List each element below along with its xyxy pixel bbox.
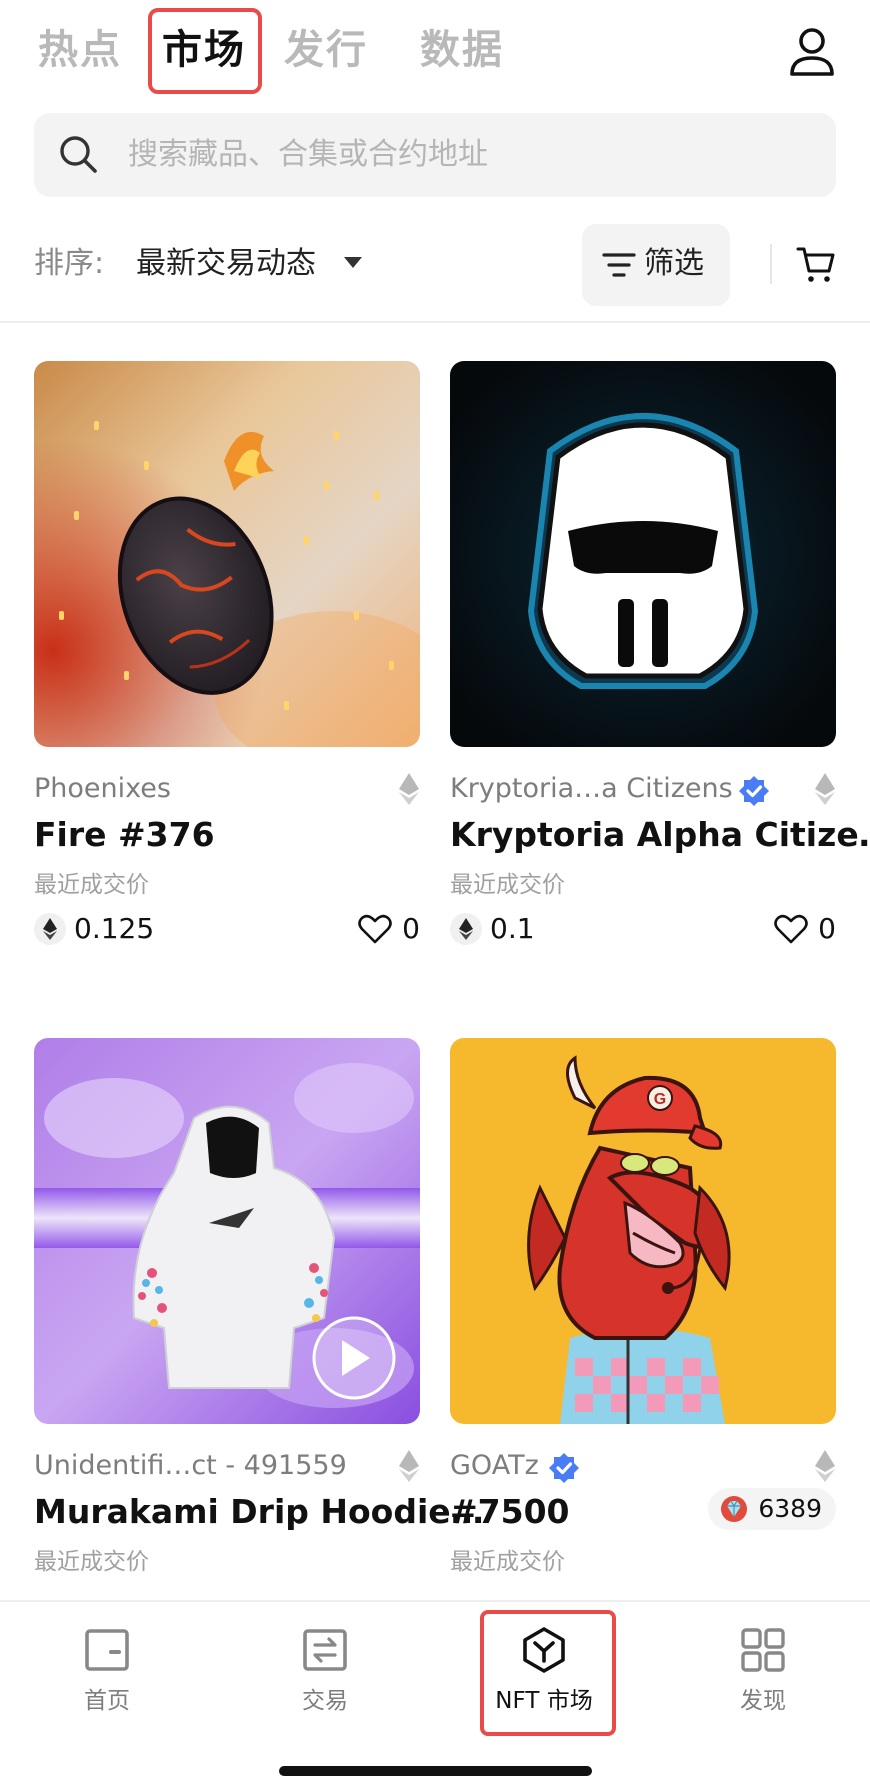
nav-nft-market-highlight (480, 1610, 616, 1736)
ethereum-icon (399, 1450, 419, 1482)
like-count: 0 (818, 912, 836, 945)
nav-discover[interactable]: 发现 (683, 1602, 843, 1752)
nft-image[interactable] (34, 361, 420, 747)
heart-icon[interactable] (358, 914, 392, 944)
tab-hot[interactable]: 热点 (38, 22, 122, 78)
filter-label: 筛选 (644, 246, 704, 281)
nft-title: #7500 (450, 1492, 570, 1531)
filter-icon (602, 253, 636, 277)
collection-name[interactable]: Kryptoria…a Citizens (450, 771, 733, 807)
gem-icon (721, 1496, 748, 1522)
nft-image[interactable]: G (450, 1038, 836, 1424)
divider (770, 244, 772, 284)
price-label: 最近成交价 (450, 872, 565, 898)
price-label: 最近成交价 (34, 1549, 149, 1575)
ethereum-icon (815, 773, 835, 805)
svg-text:G: G (654, 1091, 666, 1108)
like-count: 0 (402, 912, 420, 945)
eth-price-icon (450, 913, 482, 945)
search-icon (60, 136, 97, 173)
tab-data[interactable]: 数据 (420, 22, 504, 78)
heart-icon[interactable] (774, 914, 808, 944)
ethereum-icon (815, 1450, 835, 1482)
bottom-nav: 首页 交易 NFT 市场 发现 (0, 1600, 870, 1792)
sort-label: 排序: (34, 246, 105, 281)
nav-home[interactable]: 首页 (27, 1602, 187, 1752)
nft-image[interactable] (450, 361, 836, 747)
price-value: 0.1 (490, 912, 535, 945)
swap-icon (303, 1629, 347, 1671)
price-value: 0.125 (74, 912, 155, 945)
profile-icon[interactable] (788, 26, 836, 78)
chevron-down-icon[interactable] (344, 257, 362, 268)
cart-icon[interactable] (796, 244, 836, 284)
verified-icon (549, 1453, 579, 1483)
nft-title: Murakami Drip Hoodie… (34, 1492, 484, 1531)
wallet-icon (85, 1629, 129, 1671)
top-tab-bar: 热点 市场 发行 数据 (0, 0, 870, 100)
nav-label: 发现 (740, 1688, 786, 1714)
price-label: 最近成交价 (34, 872, 149, 898)
rarity-value: 6389 (758, 1494, 822, 1523)
search-input[interactable]: 搜索藏品、合集或合约地址 (34, 113, 836, 197)
sort-dropdown[interactable]: 最新交易动态 (136, 244, 316, 284)
tab-market-highlight (148, 8, 262, 94)
nav-label: 交易 (302, 1688, 348, 1714)
divider (0, 321, 870, 323)
collection-name[interactable]: Unidentifi…ct - 491559 (34, 1448, 347, 1484)
nav-label: 首页 (84, 1688, 130, 1714)
nft-title: Kryptoria Alpha Citize… (450, 815, 870, 854)
filter-button[interactable]: 筛选 (582, 224, 730, 306)
rarity-badge: 6389 (708, 1488, 836, 1530)
eth-price-icon (34, 913, 66, 945)
home-indicator (279, 1766, 592, 1776)
collection-name[interactable]: Phoenixes (34, 771, 171, 807)
search-placeholder: 搜索藏品、合集或合约地址 (128, 137, 488, 172)
nft-title: Fire #376 (34, 815, 215, 854)
nav-trade[interactable]: 交易 (245, 1602, 405, 1752)
ethereum-icon (399, 773, 419, 805)
collection-name[interactable]: GOATz (450, 1448, 539, 1484)
verified-icon (739, 776, 769, 806)
nft-image[interactable] (34, 1038, 420, 1424)
tab-launch[interactable]: 发行 (284, 22, 368, 78)
price-label: 最近成交价 (450, 1549, 565, 1575)
grid-icon (741, 1628, 785, 1672)
